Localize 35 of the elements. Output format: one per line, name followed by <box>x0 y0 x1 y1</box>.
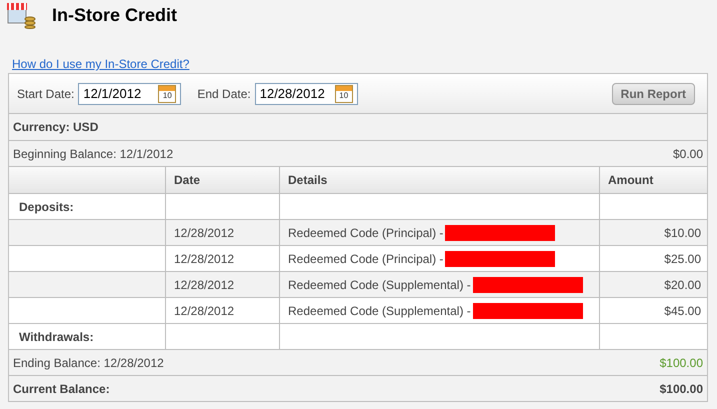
date-cell-text: 12/28/2012 <box>174 224 234 242</box>
ending-balance-label: Ending Balance: 12/28/2012 <box>13 354 164 372</box>
calendar-icon[interactable]: 10 <box>334 84 353 102</box>
withdrawals-label: Withdrawals: <box>19 328 94 346</box>
date-cell-text: 12/28/2012 <box>174 250 234 268</box>
details-cell-text: Redeemed Code (Supplemental) - <box>288 302 471 320</box>
help-link[interactable]: How do I use my In-Store Credit? <box>12 57 190 71</box>
run-report-button[interactable]: Run Report <box>612 82 695 104</box>
start-date-label: Start Date: <box>17 86 74 102</box>
calendar-icon[interactable]: 10 <box>158 84 176 102</box>
beginning-balance-label: Beginning Balance: 12/1/2012 <box>13 146 174 162</box>
end-date-field[interactable]: 12/28/2012 10 <box>254 82 358 104</box>
amount-cell-text: $45.00 <box>664 302 701 320</box>
deposits-label: Deposits: <box>19 198 74 216</box>
currency-label: Currency: USD <box>13 119 98 136</box>
column-header: Amount <box>608 172 654 189</box>
date-cell-text: 12/28/2012 <box>174 302 234 320</box>
beginning-balance-amount: $0.00 <box>672 146 703 162</box>
amount-cell-text: $10.00 <box>664 224 701 242</box>
amount-cell-text: $25.00 <box>664 250 701 268</box>
page-title: In-Store Credit <box>52 4 178 26</box>
current-balance-amount: $100.00 <box>660 380 703 398</box>
ending-balance-amount: $100.00 <box>660 354 703 372</box>
current-balance-label: Current Balance: <box>13 380 110 398</box>
column-header: Date <box>174 172 200 189</box>
end-date-label: End Date: <box>197 86 251 102</box>
amount-cell-text: $20.00 <box>664 276 701 294</box>
column-header: Details <box>288 172 328 189</box>
calendar-day: 10 <box>336 90 352 102</box>
details-cell-text: Redeemed Code (Principal) - <box>288 250 444 268</box>
details-cell-text: Redeemed Code (Supplemental) - <box>288 276 471 294</box>
calendar-day: 10 <box>159 90 176 102</box>
details-cell-text: Redeemed Code (Principal) - <box>288 224 444 242</box>
start-date-field[interactable]: 12/1/2012 10 <box>78 82 182 104</box>
date-cell-text: 12/28/2012 <box>174 276 234 294</box>
